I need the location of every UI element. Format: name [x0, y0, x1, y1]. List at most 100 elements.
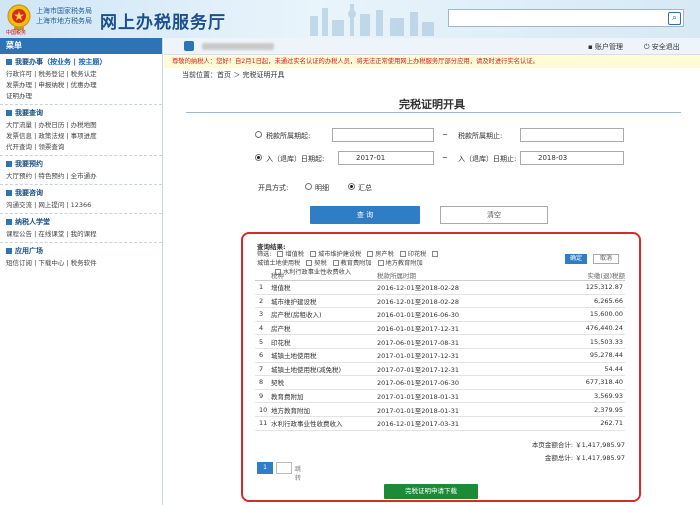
site-title: 网上办税服务厅	[100, 13, 226, 33]
sidebar-link-row[interactable]: 行政许可 | 税务登记 | 税务认定	[6, 69, 156, 80]
account-label: 账户管理	[594, 43, 623, 51]
sidebar-section-booking: 我要预约 大厅预约 | 特色预约 | 全市通办	[0, 156, 162, 185]
org-name-national: 上海市国家税务局	[36, 7, 92, 15]
row-period: 2017-01-01至2017-12-31	[371, 348, 501, 363]
entry-start-input[interactable]: 2017-01	[338, 151, 434, 165]
section-icon	[6, 219, 12, 225]
filter-option: 印花税	[407, 251, 427, 258]
query-button[interactable]: 查 询	[310, 206, 420, 224]
period-end-input[interactable]	[520, 128, 624, 142]
sidebar-links: 大厅流量 | 办税日历 | 办税地图 发票信息 | 政策法规 | 事项进度 代开…	[6, 120, 156, 153]
row-period: 2016-01-01至2017-12-31	[371, 321, 501, 336]
row-index: 2	[255, 294, 271, 309]
filter-option: 房产税	[375, 251, 394, 258]
filter-checkbox[interactable]	[309, 251, 316, 257]
table-header-row: 税种 税款所属时期 实缴(退)税额	[255, 270, 625, 281]
sidebar-link-row[interactable]: 沟通交流 | 网上提问 | 12366	[6, 200, 156, 211]
search-icon[interactable]: ⌕	[668, 12, 681, 25]
page-total: 本页金额合计: ￥1,417,985.97	[531, 441, 625, 449]
row-period: 2016-12-01至2018-02-28	[371, 280, 501, 295]
sidebar-link-row[interactable]: 大厅预约 | 特色预约 | 全市通办	[6, 171, 156, 182]
col-index	[255, 270, 271, 281]
filter-label: 筛选:	[257, 251, 272, 258]
col-tax: 税种	[271, 270, 371, 281]
sidebar-section-apps: 应用广场 短信订阅 | 下载中心 | 税务软件	[0, 243, 162, 271]
row-amount: 15,503.33	[501, 334, 625, 349]
account-settings-link[interactable]: ▪ 账户管理	[588, 42, 623, 52]
section-icon	[6, 161, 12, 167]
row-tax: 城镇土地使用税	[271, 348, 371, 363]
by-business-link[interactable]: 按业务	[50, 58, 71, 66]
row-amount: 95,278.44	[501, 348, 625, 363]
mode-summary-radio[interactable]	[348, 183, 355, 190]
row-tax: 城镇土地使用税(减免税)	[271, 362, 371, 377]
sidebar-link-row[interactable]: 发票办理 | 申报纳税 | 优惠办理	[6, 80, 156, 91]
result-panel: 查询结果: 筛选: 增值税 城市维护建设税 房产税 印花税 城镇土地使用税 契税…	[241, 232, 641, 502]
row-tax: 房产税(房租收入)	[271, 307, 371, 322]
filter-option: 契税	[314, 260, 327, 267]
mode-detail-radio[interactable]	[305, 183, 312, 190]
filter-checkbox[interactable]	[332, 260, 339, 266]
sidebar: 菜单 我要办事（按业务 | 按主题） 行政许可 | 税务登记 | 税务认定 发票…	[0, 38, 163, 505]
row-tax: 房产税	[271, 321, 371, 336]
result-rows: 1 增值税 2016-12-01至2018-02-28 125,312.87 2 城市维…	[255, 280, 625, 431]
row-index: 6	[255, 348, 271, 363]
section-icon	[6, 59, 12, 65]
row-index: 5	[255, 334, 271, 349]
search-input[interactable]: ⌕	[448, 9, 684, 27]
row-tax: 印花税	[271, 334, 371, 349]
sidebar-links: 大厅预约 | 特色预约 | 全市通办	[6, 171, 156, 182]
entry-end-input[interactable]: 2018-03	[520, 151, 624, 165]
col-amount: 实缴(退)税额	[501, 270, 625, 281]
logout-link[interactable]: ⏻ 安全退出	[644, 42, 680, 52]
emblem-caption: 中国税务	[6, 30, 27, 36]
site-header: 上海市国家税务局 上海市地方税务局 中国税务 网上办税服务厅 ⌕	[0, 0, 700, 38]
sidebar-link-row[interactable]: 大厅流量 | 办税日历 | 办税地图	[6, 120, 156, 131]
sidebar-link-row[interactable]: 发票信息 | 政策法规 | 事项进度	[6, 131, 156, 142]
clear-button[interactable]: 清空	[440, 206, 548, 224]
page-1-button[interactable]: 1	[257, 462, 273, 474]
filter-checkbox[interactable]	[367, 251, 374, 257]
filter-checkbox[interactable]	[306, 260, 313, 266]
section-title-text: 我要咨询	[15, 189, 43, 197]
row-tax: 增值税	[271, 280, 371, 295]
period-end-label: 税款所属期止:	[458, 132, 503, 140]
by-topic-link[interactable]: 按主题	[78, 58, 99, 66]
sidebar-section-title: 我要咨询	[6, 188, 156, 198]
sidebar-links: 课程公告 | 在线课堂 | 我的课程	[6, 229, 156, 240]
row-tax: 城市维护建设税	[271, 294, 371, 309]
sidebar-link-row[interactable]: 代开查询 | 领票查询	[6, 142, 156, 153]
row-index: 7	[255, 362, 271, 377]
section-icon	[6, 248, 12, 254]
period-start-input[interactable]	[332, 128, 434, 142]
sidebar-link-row[interactable]: 课程公告 | 在线课堂 | 我的课程	[6, 229, 156, 240]
user-bar: ▪ 账户管理 ⏻ 安全退出	[164, 38, 700, 55]
sidebar-link-row[interactable]: 证明办理	[6, 91, 156, 102]
sidebar-link-row[interactable]: 短信订阅 | 下载中心 | 税务软件	[6, 258, 156, 269]
row-amount: 125,312.87	[501, 280, 625, 295]
section-title-text: 我要查询	[15, 109, 43, 117]
row-index: 11	[255, 416, 271, 431]
row-tax: 地方教育附加	[271, 402, 371, 417]
table-row: 4 房产税 2016-01-01至2017-12-31 476,440.24	[255, 321, 625, 336]
row-index: 10	[255, 402, 271, 417]
result-table: 税种 税款所属时期 实缴(退)税额 1 增值税 2016-12-01至2018-02…	[255, 270, 625, 431]
range-separator: ~	[442, 154, 448, 162]
filter-cancel-button[interactable]: 取消	[593, 254, 619, 264]
filter-checkbox[interactable]	[399, 251, 406, 257]
entry-date-radio[interactable]	[255, 154, 262, 161]
sidebar-section-title: 纳税人学堂	[6, 217, 156, 227]
filter-checkbox[interactable]	[377, 260, 384, 266]
row-amount: 54.44	[501, 362, 625, 377]
page-jump-input[interactable]	[276, 462, 292, 474]
filter-ok-button[interactable]: 确定	[565, 254, 587, 264]
filter-checkbox[interactable]	[277, 251, 284, 257]
sidebar-links: 短信订阅 | 下载中心 | 税务软件	[6, 258, 156, 269]
period-radio[interactable]	[255, 131, 262, 138]
skyline-decoration	[310, 4, 434, 36]
sidebar-section-title: 我要预约	[6, 159, 156, 169]
page-jump-button[interactable]: 跳转	[295, 464, 301, 482]
filter-checkbox[interactable]	[432, 251, 439, 257]
download-certificate-button[interactable]: 完税证明申请下载	[384, 484, 478, 499]
account-icon: ▪	[588, 43, 595, 51]
